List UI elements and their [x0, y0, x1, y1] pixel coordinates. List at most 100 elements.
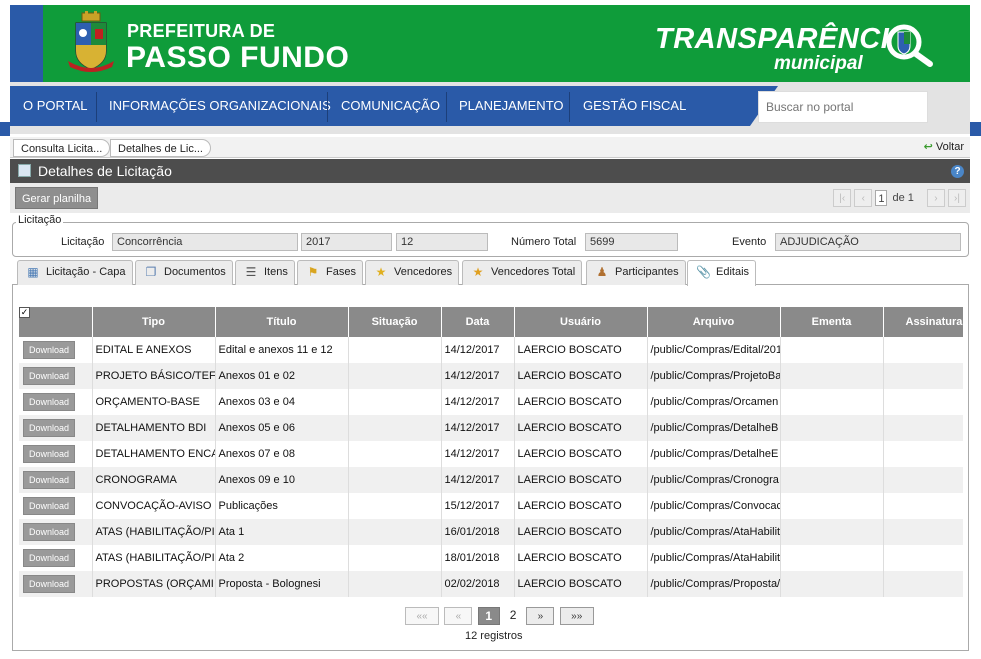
- prefecture-title: PREFEITURA DE: [127, 21, 276, 41]
- last-page-button[interactable]: »»: [559, 607, 594, 625]
- cell-usuario: LAERCIO BOSCATO: [514, 441, 648, 467]
- cell-arquivo: /public/Compras/DetalheB: [647, 415, 781, 441]
- cell-assinaturas: [883, 493, 963, 519]
- cell-tipo: CONVOCAÇÃO-AVISO: [92, 493, 216, 519]
- header-blue-strip: [10, 5, 43, 82]
- cell-ementa: [780, 467, 884, 493]
- tab-licitacao-capa[interactable]: ▦ Licitação - Capa: [17, 260, 133, 285]
- record-page-input[interactable]: 1: [875, 190, 888, 206]
- column-header-assinaturas[interactable]: Assinaturas Pendentes: [883, 307, 963, 337]
- city-crest-icon[interactable]: [68, 11, 114, 75]
- first-page-button[interactable]: ««: [405, 607, 439, 625]
- column-header-usuario[interactable]: Usuário: [514, 307, 648, 337]
- grid-icon: ▦: [27, 265, 39, 279]
- cell-tipo: PROJETO BÁSICO/TEF: [92, 363, 216, 389]
- cell-situacao: [348, 545, 442, 571]
- download-button[interactable]: Download: [23, 471, 75, 489]
- column-header-arquivo[interactable]: Arquivo: [647, 307, 781, 337]
- cell-data: 14/12/2017: [441, 441, 515, 467]
- table-icon: [18, 164, 31, 177]
- column-header-ementa[interactable]: Ementa: [780, 307, 884, 337]
- table-row: Download ATAS (HABILITAÇÃO/PI Ata 1 16/01/2…: [19, 519, 963, 545]
- cell-data: 14/12/2017: [441, 467, 515, 493]
- search-input[interactable]: [758, 91, 928, 123]
- tab-fases[interactable]: ⚑ Fases: [297, 260, 363, 285]
- prev-page-button[interactable]: «: [444, 607, 473, 625]
- column-header-data[interactable]: Data: [441, 307, 515, 337]
- download-button[interactable]: Download: [23, 393, 75, 411]
- download-button[interactable]: Download: [23, 419, 75, 437]
- tab-participantes[interactable]: ♟ Participantes: [586, 260, 686, 285]
- breadcrumb-item-consulta[interactable]: Consulta Licita...: [13, 139, 111, 157]
- download-button[interactable]: Download: [23, 549, 75, 567]
- tab-editais[interactable]: 📎 Editais: [687, 260, 757, 286]
- table-row: Download DETALHAMENTO BDI Anexos 05 e 06 14…: [19, 415, 963, 441]
- tab-vencedores[interactable]: ★ Vencedores: [365, 260, 460, 285]
- next-record-button[interactable]: ›: [926, 189, 945, 207]
- main-navigation-bar: O PORTAL INFORMAÇÕES ORGANIZACIONAIS COM…: [10, 82, 970, 134]
- tab-vencedores-total[interactable]: ★ Vencedores Total: [462, 260, 583, 285]
- panel-title-bar: Detalhes de Licitação ?: [10, 159, 970, 183]
- cell-tipo: PROPOSTAS (ORÇAMI: [92, 571, 216, 597]
- column-header-tipo[interactable]: Tipo: [92, 307, 216, 337]
- download-button[interactable]: Download: [23, 575, 75, 593]
- transparency-brand: TRANSPARÊNCI: [655, 23, 890, 55]
- back-label: Voltar: [935, 141, 964, 153]
- nav-item-comunicacao[interactable]: COMUNICAÇÃO: [341, 86, 440, 126]
- tab-itens[interactable]: ☰ Itens: [235, 260, 295, 285]
- cell-situacao: [348, 519, 442, 545]
- nav-item-informacoes-organizacionais[interactable]: INFORMAÇÕES ORGANIZACIONAIS: [109, 86, 331, 126]
- star-icon: ★: [375, 265, 387, 279]
- numero-field[interactable]: 12: [396, 233, 488, 251]
- cell-titulo: Proposta - Bolognesi: [215, 571, 349, 597]
- evento-field[interactable]: ADJUDICAÇÃO: [775, 233, 961, 251]
- table-row: Download EDITAL E ANEXOS Edital e anexos 1…: [19, 337, 963, 363]
- download-button[interactable]: Download: [23, 445, 75, 463]
- toolbar: Gerar planilha |‹ ‹ 1 de 1 › ›|: [10, 183, 970, 213]
- cell-ementa: [780, 337, 884, 363]
- nav-item-gestao-fiscal[interactable]: GESTÃO FISCAL: [583, 86, 686, 126]
- evento-label: Evento: [732, 236, 767, 248]
- first-record-button[interactable]: |‹: [833, 189, 852, 207]
- cell-situacao: [348, 571, 442, 597]
- help-icon[interactable]: ?: [951, 165, 964, 178]
- cell-titulo: Edital e anexos 11 e 12: [215, 337, 349, 363]
- cell-ementa: [780, 363, 884, 389]
- cell-titulo: Anexos 05 e 06: [215, 415, 349, 441]
- editais-table: Tipo Título Situação Data Usuário Arquiv…: [19, 307, 963, 597]
- prev-record-button[interactable]: ‹: [854, 189, 873, 207]
- download-button[interactable]: Download: [23, 497, 75, 515]
- cell-ementa: [780, 415, 884, 441]
- modalidade-field[interactable]: Concorrência: [112, 233, 298, 251]
- numero-total-field[interactable]: 5699: [585, 233, 678, 251]
- tab-documentos[interactable]: ❐ Documentos: [135, 260, 233, 285]
- select-all-checkbox[interactable]: ✓: [19, 307, 30, 318]
- page-1-button[interactable]: 1: [477, 607, 500, 625]
- nav-item-o-portal[interactable]: O PORTAL: [23, 86, 88, 126]
- download-button[interactable]: Download: [23, 341, 75, 359]
- table-row: Download CONVOCAÇÃO-AVISO Publicações 15/12…: [19, 493, 963, 519]
- back-link[interactable]: ↩ Voltar: [924, 140, 964, 153]
- download-button[interactable]: Download: [23, 523, 75, 541]
- column-header-titulo[interactable]: Título: [215, 307, 349, 337]
- left-blue-stripe: [0, 122, 10, 136]
- column-header-situacao[interactable]: Situação: [348, 307, 442, 337]
- tab-label: Vencedores Total: [491, 266, 576, 278]
- next-page-button[interactable]: »: [526, 607, 555, 625]
- last-record-button[interactable]: ›|: [948, 189, 966, 207]
- site-header: PREFEITURA DE PASSO FUNDO TRANSPARÊNCI m…: [10, 5, 970, 82]
- cell-ementa: [780, 441, 884, 467]
- cell-assinaturas: [883, 363, 963, 389]
- ano-field[interactable]: 2017: [301, 233, 392, 251]
- cell-assinaturas: [883, 389, 963, 415]
- cell-situacao: [348, 441, 442, 467]
- page-2-button[interactable]: 2: [503, 607, 524, 625]
- tab-label: Vencedores: [394, 266, 453, 278]
- cell-usuario: LAERCIO BOSCATO: [514, 337, 648, 363]
- nav-item-planejamento[interactable]: PLANEJAMENTO: [459, 86, 564, 126]
- table-row: Download ORÇAMENTO-BASE Anexos 03 e 04 14/1…: [19, 389, 963, 415]
- breadcrumb-item-detalhes[interactable]: Detalhes de Lic...: [110, 139, 211, 157]
- download-button[interactable]: Download: [23, 367, 75, 385]
- cell-situacao: [348, 363, 442, 389]
- generate-spreadsheet-button[interactable]: Gerar planilha: [15, 187, 99, 209]
